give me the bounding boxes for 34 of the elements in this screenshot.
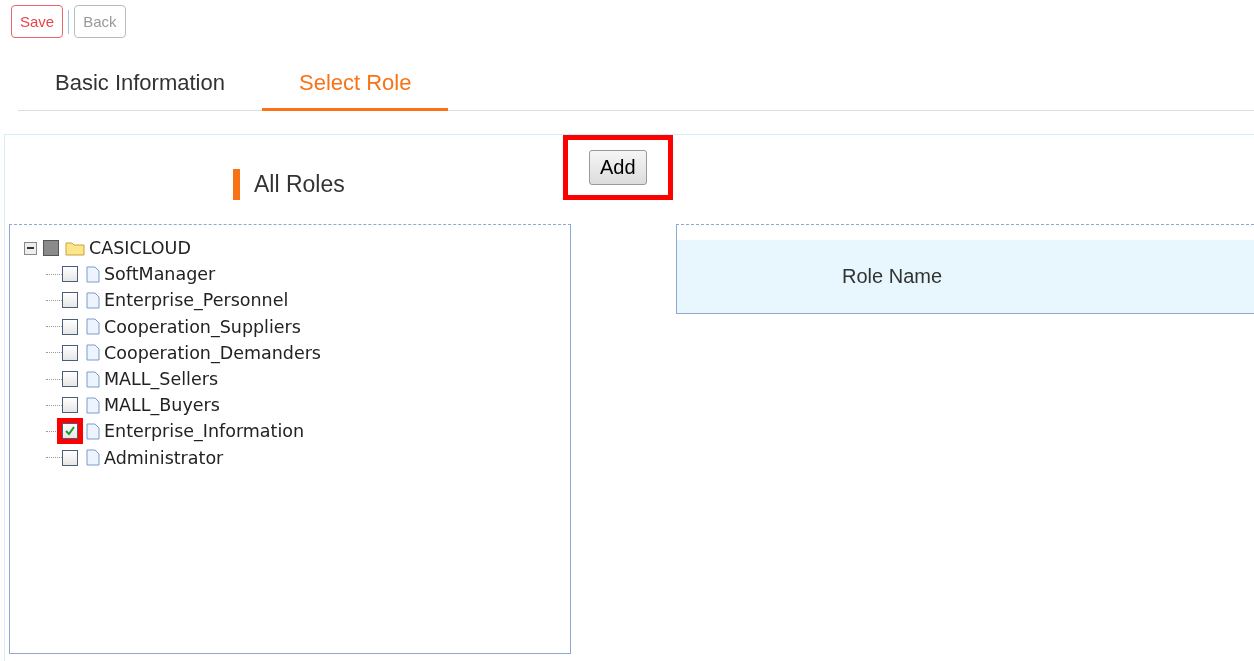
tree-item[interactable]: Enterprise_Personnel — [104, 290, 289, 311]
tree-item[interactable]: SoftManager — [104, 264, 216, 285]
checkbox[interactable] — [62, 344, 78, 361]
checkbox[interactable] — [62, 449, 78, 466]
collapse-icon[interactable] — [24, 241, 37, 255]
tree-item[interactable]: Enterprise_Information — [104, 421, 305, 442]
accent-bar — [233, 169, 240, 200]
checkbox[interactable] — [62, 318, 78, 335]
document-icon — [86, 396, 100, 414]
checkbox[interactable] — [62, 397, 78, 414]
checkbox[interactable] — [43, 240, 59, 257]
document-icon — [86, 318, 100, 336]
tree-item[interactable]: MALL_Sellers — [104, 369, 218, 390]
add-button[interactable]: Add — [589, 150, 647, 185]
document-icon — [86, 370, 100, 388]
tab[interactable]: Basic Information — [18, 56, 262, 111]
tree-item[interactable]: MALL_Buyers — [104, 395, 220, 416]
column-header: Role Name — [842, 265, 943, 288]
document-icon — [86, 265, 100, 283]
folder-icon — [65, 240, 85, 256]
tree-item[interactable]: Administrator — [104, 447, 224, 468]
save-button[interactable]: Save — [11, 5, 64, 38]
document-icon — [86, 291, 100, 309]
checkbox[interactable] — [62, 423, 78, 440]
tree-item[interactable]: Cooperation_Demanders — [104, 342, 321, 363]
checkbox[interactable] — [62, 292, 78, 309]
tree-item[interactable]: CASICLOUD — [89, 238, 191, 259]
document-icon — [86, 422, 100, 440]
document-icon — [86, 449, 100, 467]
panel-title: All Roles — [254, 171, 345, 198]
tree-item[interactable]: Cooperation_Suppliers — [104, 316, 301, 337]
document-icon — [86, 344, 100, 362]
checkbox[interactable] — [62, 371, 78, 388]
checkbox[interactable] — [62, 266, 78, 283]
